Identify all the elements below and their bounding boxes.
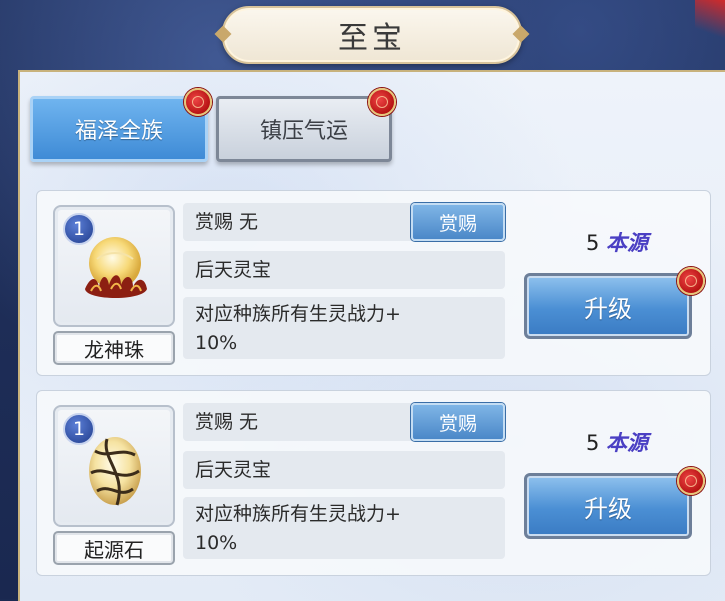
item-name: 起源石 bbox=[53, 531, 175, 565]
upgrade-cost: 5 本源 bbox=[557, 227, 677, 257]
item-type-row: 后天灵宝 bbox=[183, 451, 505, 489]
notification-dot-icon bbox=[677, 267, 705, 295]
cost-currency: 本源 bbox=[606, 431, 649, 455]
reward-text: 赏赐 无 bbox=[195, 211, 259, 233]
level-badge: 1 bbox=[63, 413, 95, 445]
tab-label: 福泽全族 bbox=[74, 119, 163, 144]
upgrade-label: 升级 bbox=[584, 494, 632, 523]
treasure-card: 1 起源石 赏赐 无 赏赐 后天灵宝 对应种族所有生灵战力+ 10% 5 本源 … bbox=[36, 390, 711, 576]
item-type-row: 后天灵宝 bbox=[183, 251, 505, 289]
reward-button[interactable]: 赏赐 bbox=[411, 203, 505, 241]
tab-fuze-quanzu[interactable]: 福泽全族 bbox=[30, 96, 208, 162]
upgrade-label: 升级 bbox=[584, 294, 632, 323]
notification-dot-icon bbox=[184, 88, 212, 116]
upgrade-button[interactable]: 升级 bbox=[524, 273, 692, 339]
reward-text: 赏赐 无 bbox=[195, 411, 259, 433]
notification-dot-icon bbox=[368, 88, 396, 116]
item-icon-frame[interactable]: 1 bbox=[53, 205, 175, 327]
tab-zhenya-qiyun[interactable]: 镇压气运 bbox=[216, 96, 392, 162]
notification-dot-icon bbox=[677, 467, 705, 495]
effect-row: 对应种族所有生灵战力+ 10% bbox=[183, 297, 505, 359]
item-icon-frame[interactable]: 1 bbox=[53, 405, 175, 527]
effect-line-2: 10% bbox=[195, 332, 238, 354]
effect-line-2: 10% bbox=[195, 532, 238, 554]
effect-line-1: 对应种族所有生灵战力+ bbox=[195, 303, 401, 325]
page-title: 至宝 bbox=[338, 21, 406, 56]
upgrade-button[interactable]: 升级 bbox=[524, 473, 692, 539]
cost-amount: 5 bbox=[585, 231, 600, 255]
level-badge: 1 bbox=[63, 213, 95, 245]
item-type: 后天灵宝 bbox=[195, 259, 272, 281]
item-type: 后天灵宝 bbox=[195, 459, 272, 481]
cost-amount: 5 bbox=[585, 431, 600, 455]
upgrade-cost: 5 本源 bbox=[557, 427, 677, 457]
effect-line-1: 对应种族所有生灵战力+ bbox=[195, 503, 401, 525]
cost-currency: 本源 bbox=[606, 231, 649, 255]
item-name: 龙神珠 bbox=[53, 331, 175, 365]
corner-accent bbox=[695, 0, 725, 45]
treasure-card: 1 龙神珠 赏赐 无 赏赐 后天灵宝 对应种族所有生灵战力+ 10% 5 本源 bbox=[36, 190, 711, 376]
tab-label: 镇压气运 bbox=[259, 119, 348, 144]
effect-row: 对应种族所有生灵战力+ 10% bbox=[183, 497, 505, 559]
title-banner: 至宝 bbox=[222, 6, 522, 64]
reward-button[interactable]: 赏赐 bbox=[411, 403, 505, 441]
